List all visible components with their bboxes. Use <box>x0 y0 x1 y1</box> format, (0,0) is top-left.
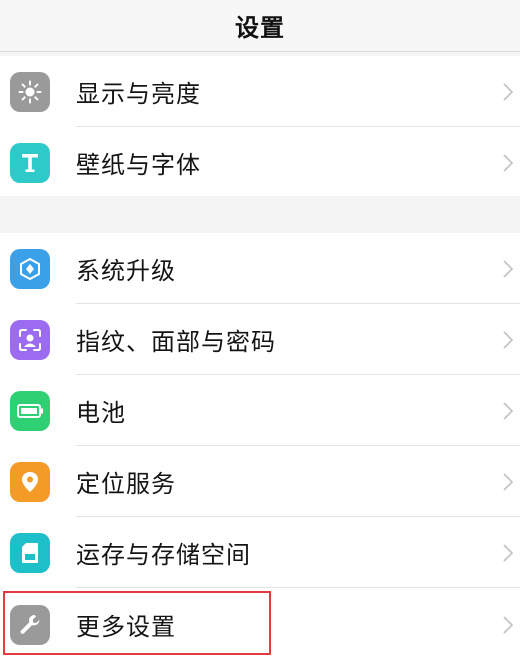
row-divider <box>76 587 520 588</box>
letter-t-icon <box>10 142 50 183</box>
chevron-right-icon <box>503 472 514 491</box>
settings-item-biometrics[interactable]: 指纹、面部与密码 <box>0 304 520 375</box>
settings-group-display: 显示与亮度 壁纸与字体 <box>0 56 520 196</box>
chevron-right-icon <box>503 153 514 172</box>
settings-item-storage[interactable]: 运存与存储空间 <box>0 517 520 588</box>
chevron-right-icon <box>503 401 514 420</box>
settings-item-more[interactable]: 更多设置 <box>0 589 520 660</box>
settings-item-label: 壁纸与字体 <box>76 151 201 179</box>
chevron-right-icon <box>503 259 514 278</box>
location-pin-icon <box>10 461 50 502</box>
sd-card-icon <box>10 532 50 573</box>
chevron-right-icon <box>503 330 514 349</box>
sun-brightness-icon <box>10 71 50 112</box>
system-update-icon <box>10 248 50 289</box>
settings-item-label: 指纹、面部与密码 <box>76 328 276 356</box>
title-bar: 设置 <box>0 0 520 52</box>
settings-screen: 设置 显示与亮度 壁纸与字体 系统升级 指纹、面部与密码 电池 定位服务 运存与… <box>0 0 520 672</box>
settings-item-label: 电池 <box>76 399 126 427</box>
settings-item-label: 更多设置 <box>76 613 176 641</box>
settings-item-label: 显示与亮度 <box>76 80 201 108</box>
chevron-right-icon <box>503 543 514 562</box>
wrench-icon <box>10 604 50 645</box>
chevron-right-icon <box>503 615 514 634</box>
settings-item-label: 定位服务 <box>76 470 176 498</box>
settings-item-label: 系统升级 <box>76 257 176 285</box>
settings-item-battery[interactable]: 电池 <box>0 375 520 446</box>
battery-icon <box>10 390 50 431</box>
chevron-right-icon <box>503 82 514 101</box>
face-scan-icon <box>10 319 50 360</box>
settings-group-system: 系统升级 指纹、面部与密码 电池 定位服务 运存与存储空间 更多设置 <box>0 233 520 672</box>
settings-item-display[interactable]: 显示与亮度 <box>0 56 520 127</box>
settings-item-wallpaper[interactable]: 壁纸与字体 <box>0 127 520 198</box>
page-title: 设置 <box>235 14 285 42</box>
settings-item-label: 运存与存储空间 <box>76 541 251 569</box>
settings-item-location[interactable]: 定位服务 <box>0 446 520 517</box>
settings-item-update[interactable]: 系统升级 <box>0 233 520 304</box>
